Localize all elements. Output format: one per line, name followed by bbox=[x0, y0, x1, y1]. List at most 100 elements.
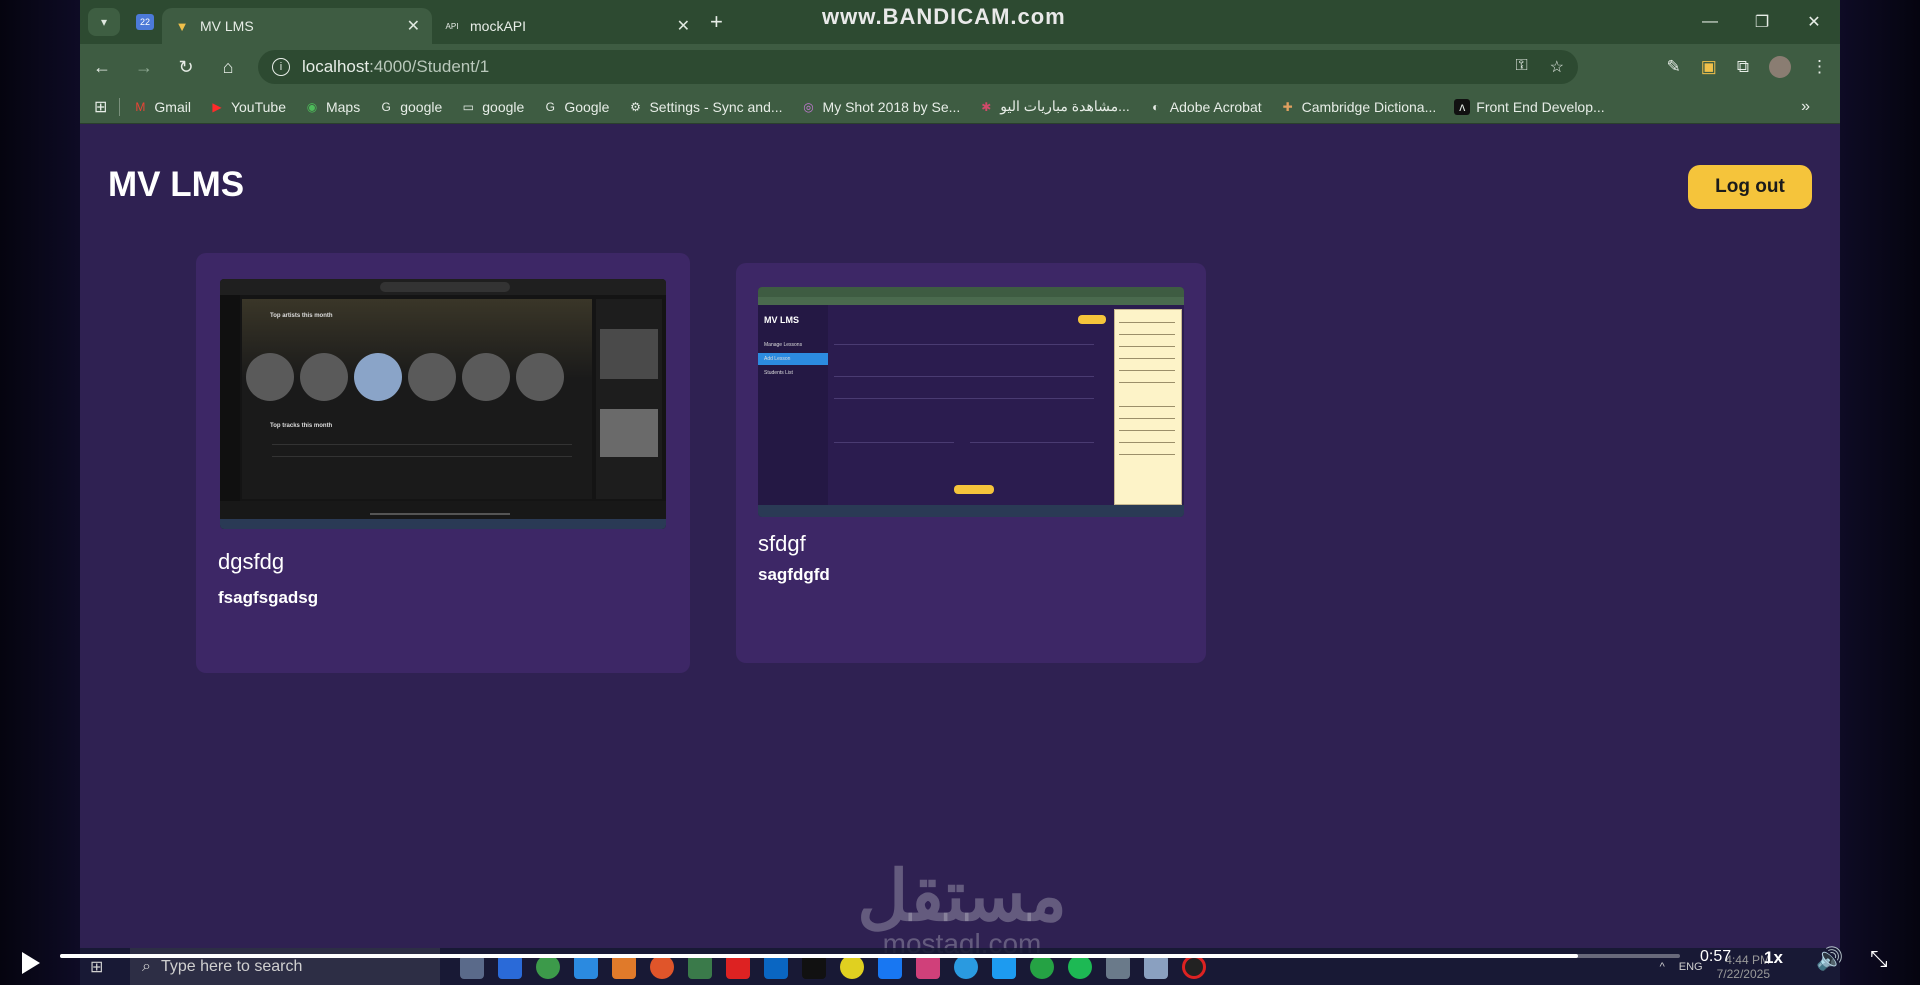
close-tab-icon[interactable]: ✕ bbox=[677, 16, 690, 36]
thumb-tab-strip bbox=[758, 287, 1184, 297]
thumb-field bbox=[834, 367, 1094, 377]
app-brand: MV LMS bbox=[108, 165, 245, 204]
thumb-taskbar bbox=[758, 505, 1184, 517]
video-player-controls: 0:57 1x 🔊 ⤡ bbox=[0, 940, 1920, 985]
bookmark-google-2[interactable]: G Google bbox=[542, 99, 610, 115]
thumb-taskbar bbox=[220, 519, 666, 529]
bookmarks-bar: ⊞ M Gmail ▶ YouTube ◉ Maps Ggoogle ▭ google … bbox=[80, 90, 1840, 124]
bookmark-google-folder[interactable]: ▭ google bbox=[460, 99, 525, 115]
lesson-card[interactable]: MV LMS Manage Lessons Add Lesson Student… bbox=[736, 263, 1206, 663]
tab-title: mockAPI bbox=[470, 18, 527, 34]
thumb-note-line bbox=[1119, 334, 1175, 335]
thumb-now-playing bbox=[596, 299, 662, 499]
api-icon: API bbox=[445, 21, 459, 31]
window-controls: — ❐ ✕ bbox=[1684, 0, 1840, 44]
reload-icon[interactable]: ↻ bbox=[166, 47, 206, 87]
url-path: :4000/Student/1 bbox=[369, 57, 490, 76]
bookmark-arabic-site[interactable]: ✱ مشاهدة مباريات اليو... bbox=[978, 98, 1130, 115]
bookmark-gmail[interactable]: M Gmail bbox=[132, 99, 191, 115]
menu-dots-icon[interactable]: ⋮ bbox=[1811, 57, 1828, 77]
key-icon[interactable]: ⚿ bbox=[1515, 57, 1527, 77]
thumb-album-art bbox=[600, 329, 658, 379]
folder-icon: ▭ bbox=[462, 99, 474, 114]
thumb-note-line bbox=[1119, 370, 1175, 371]
thumb-heading: Top tracks this month bbox=[270, 423, 333, 429]
thumb-app-header bbox=[220, 279, 666, 295]
maps-icon: ◉ bbox=[306, 99, 318, 114]
chevron-down-icon: ▾ bbox=[100, 15, 108, 29]
new-tab-button[interactable]: + bbox=[710, 9, 723, 35]
restore-icon[interactable]: ❐ bbox=[1736, 0, 1788, 44]
lesson-title: dgsfdg bbox=[218, 549, 285, 574]
thumb-artist-avatar bbox=[300, 353, 348, 401]
close-window-icon[interactable]: ✕ bbox=[1788, 0, 1840, 44]
playback-speed-button[interactable]: 1x bbox=[1764, 948, 1783, 968]
profile-avatar[interactable] bbox=[1769, 56, 1791, 78]
play-icon[interactable] bbox=[22, 952, 40, 974]
forward-arrow-icon[interactable]: → bbox=[124, 47, 164, 87]
toolbar-extensions: ✎ ▣ ⧉ ⋮ bbox=[1667, 56, 1828, 78]
eyedropper-icon[interactable]: ✎ bbox=[1667, 57, 1681, 77]
gear-icon: ⚙ bbox=[630, 99, 641, 114]
bookmark-acrobat[interactable]: ◐ Adobe Acrobat bbox=[1148, 99, 1261, 115]
puzzle-icon[interactable]: ⧉ bbox=[1737, 57, 1749, 77]
lesson-thumbnail: MV LMS Manage Lessons Add Lesson Student… bbox=[758, 287, 1184, 517]
thumb-search-bar bbox=[380, 282, 510, 292]
logout-button[interactable]: Log out bbox=[1688, 165, 1812, 209]
back-arrow-icon[interactable]: ← bbox=[82, 47, 122, 87]
bookmark-star-icon[interactable]: ☆ bbox=[1550, 57, 1564, 77]
tab-mockapi[interactable]: API mockAPI ✕ bbox=[432, 8, 702, 44]
thumb-note-line bbox=[1119, 406, 1175, 407]
thumb-nav-item: Add Lesson bbox=[758, 353, 828, 365]
bookmark-dribbble[interactable]: ◎ My Shot 2018 by Se... bbox=[801, 99, 960, 115]
bookmark-frontend[interactable]: ʌ Front End Develop... bbox=[1454, 98, 1605, 115]
tab-mv-lms[interactable]: ▼ MV LMS ✕ bbox=[162, 8, 432, 44]
lesson-card[interactable]: Top artists this month Top tracks this m… bbox=[196, 253, 690, 673]
thumb-track-row bbox=[272, 449, 572, 457]
frontend-icon: ʌ bbox=[1454, 98, 1471, 115]
exit-fullscreen-icon[interactable]: ⤡ bbox=[1870, 946, 1888, 972]
lesson-description: fsagfsgadsg bbox=[218, 588, 319, 607]
thumb-main-area: Top artists this month Top tracks this m… bbox=[242, 299, 592, 499]
thumb-logout-button bbox=[1078, 315, 1106, 324]
seek-bar[interactable] bbox=[60, 954, 1680, 958]
close-tab-icon[interactable]: ✕ bbox=[407, 16, 420, 36]
address-bar[interactable]: i localhost:4000/Student/1 ⚿ ☆ bbox=[258, 50, 1578, 84]
tab-search-button[interactable]: ▾ bbox=[88, 8, 120, 36]
bookmark-youtube[interactable]: ▶ YouTube bbox=[209, 99, 286, 115]
bookmark-maps[interactable]: ◉ Maps bbox=[304, 99, 360, 115]
thumb-artist-avatar bbox=[246, 353, 294, 401]
thumb-artist-avatar bbox=[354, 353, 402, 401]
bookmark-google-1[interactable]: Ggoogle bbox=[378, 99, 443, 115]
google-icon: G bbox=[545, 99, 555, 114]
bookmarks-divider bbox=[119, 97, 121, 116]
thumb-field bbox=[834, 389, 1094, 399]
site-info-icon[interactable]: i bbox=[272, 58, 290, 76]
acrobat-icon: ◐ bbox=[1152, 99, 1160, 114]
dribbble-icon: ◎ bbox=[803, 99, 814, 114]
calendar-icon: 22 bbox=[136, 14, 154, 30]
cambridge-icon: ✚ bbox=[1282, 99, 1293, 114]
thumb-player-bar bbox=[220, 501, 666, 519]
browser-window: ▾ 22 ▼ MV LMS ✕ API mockAPI ✕ + www.BAND… bbox=[80, 0, 1840, 985]
extension-icon[interactable]: ▣ bbox=[1701, 57, 1717, 77]
bookmark-cambridge[interactable]: ✚ Cambridge Dictiona... bbox=[1280, 99, 1437, 115]
thumb-note-line bbox=[1119, 430, 1175, 431]
site-watermark: مستقل bbox=[857, 857, 1067, 935]
thumb-sidebar bbox=[220, 295, 240, 501]
thumb-field bbox=[834, 335, 1094, 345]
thumb-sidebar bbox=[758, 305, 828, 505]
lesson-title: sfdgf bbox=[758, 531, 806, 556]
thumb-note-line bbox=[1119, 382, 1175, 383]
minimize-icon[interactable]: — bbox=[1684, 0, 1736, 44]
browser-toolbar: ← → ↻ ⌂ i localhost:4000/Student/1 ⚿ ☆ ✎… bbox=[80, 44, 1840, 90]
chevron-double-right-icon[interactable]: » bbox=[1801, 98, 1810, 116]
home-icon[interactable]: ⌂ bbox=[208, 47, 248, 87]
bookmark-settings[interactable]: ⚙ Settings - Sync and... bbox=[627, 99, 782, 115]
apps-grid-icon[interactable]: ⊞ bbox=[94, 97, 107, 117]
volume-icon[interactable]: 🔊 bbox=[1816, 946, 1843, 972]
pinned-tab-calendar[interactable]: 22 bbox=[128, 7, 162, 37]
thumb-toolbar bbox=[758, 297, 1184, 305]
thumb-heading: Top artists this month bbox=[270, 313, 333, 319]
vite-icon: ▼ bbox=[175, 18, 189, 34]
